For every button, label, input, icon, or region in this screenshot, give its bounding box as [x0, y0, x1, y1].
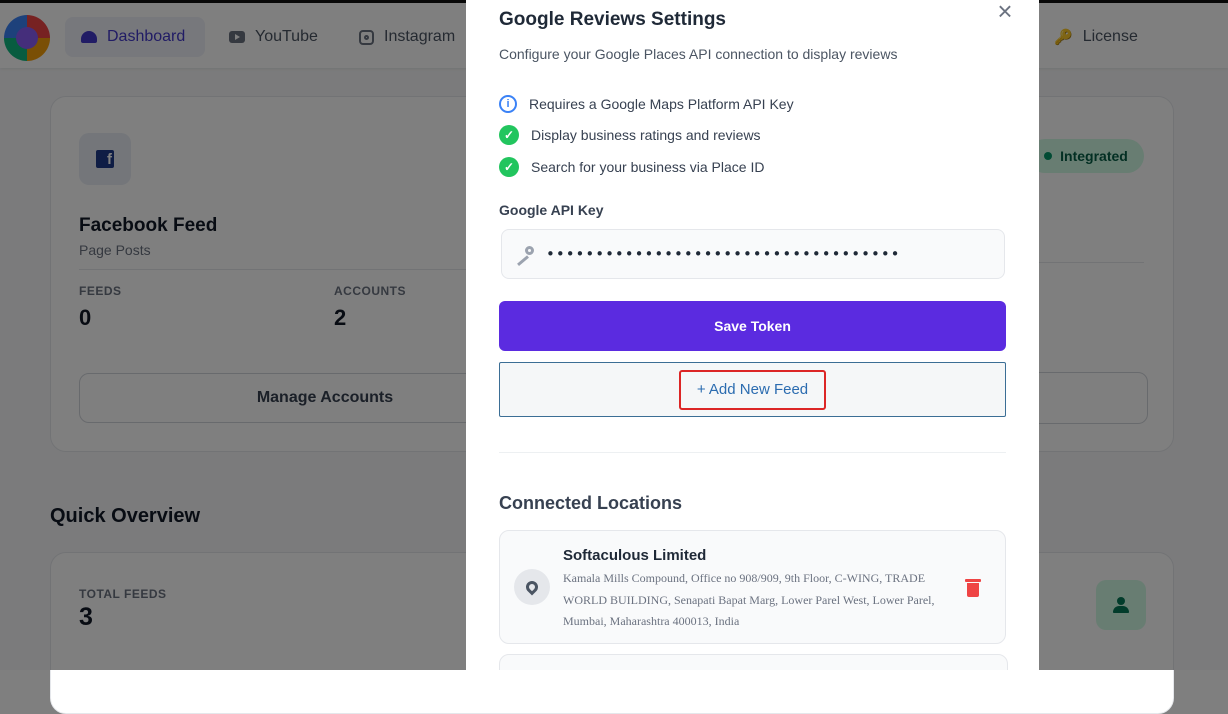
- api-key-value[interactable]: ••••••••••••••••••••••••••••••••••••: [546, 245, 901, 263]
- api-key-field[interactable]: ••••••••••••••••••••••••••••••••••••: [501, 229, 1005, 279]
- feature-text: Display business ratings and reviews: [531, 127, 761, 143]
- trash-icon[interactable]: [965, 579, 981, 597]
- info-icon: i: [499, 95, 517, 113]
- map-pin-icon: [514, 569, 550, 605]
- location-card: [499, 654, 1008, 670]
- check-circle-icon: ✓: [499, 125, 519, 145]
- add-new-feed-label[interactable]: + Add New Feed: [678, 369, 827, 410]
- feature-item: i Requires a Google Maps Platform API Ke…: [499, 93, 794, 115]
- feature-item: ✓ Search for your business via Place ID: [499, 156, 764, 178]
- close-icon[interactable]: ×: [996, 0, 1014, 24]
- modal-title: Google Reviews Settings: [499, 9, 726, 30]
- feature-text: Requires a Google Maps Platform API Key: [529, 96, 794, 112]
- modal-description: Configure your Google Places API connect…: [499, 46, 898, 62]
- feature-text: Search for your business via Place ID: [531, 159, 765, 175]
- key-icon: [514, 246, 534, 262]
- section-divider: [499, 452, 1006, 453]
- location-address: Kamala Mills Compound, Office no 908/909…: [563, 571, 935, 628]
- google-reviews-settings-modal: Google Reviews Settings × Configure your…: [466, 0, 1039, 670]
- check-circle-icon: ✓: [499, 157, 519, 177]
- feature-item: ✓ Display business ratings and reviews: [499, 124, 761, 146]
- save-token-button[interactable]: Save Token: [499, 301, 1006, 351]
- add-new-feed-button[interactable]: + Add New Feed: [499, 362, 1006, 417]
- location-card: Softaculous Limited Kamala Mills Compoun…: [499, 530, 1006, 644]
- location-name: Softaculous Limited: [563, 547, 707, 564]
- api-key-label: Google API Key: [499, 202, 604, 218]
- connected-locations-title: Connected Locations: [499, 493, 683, 513]
